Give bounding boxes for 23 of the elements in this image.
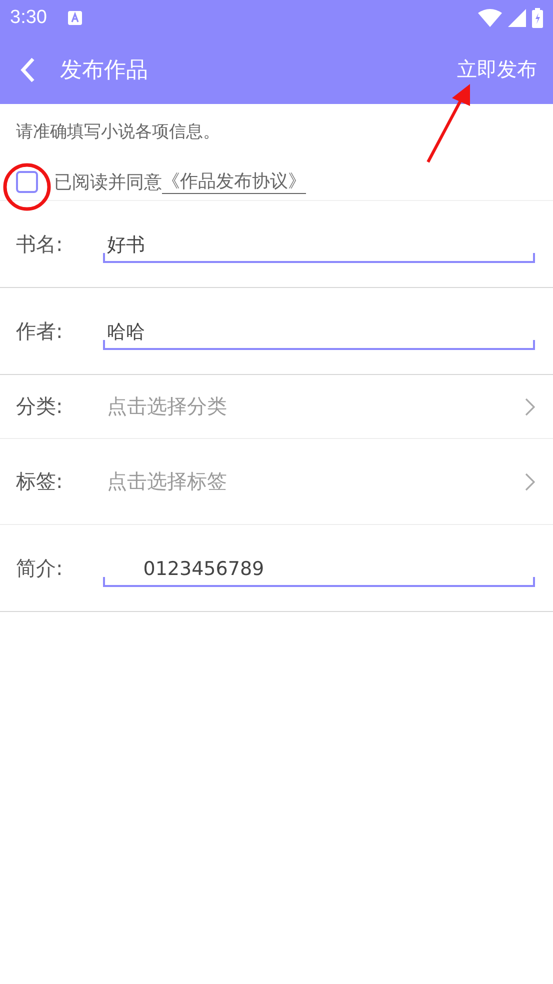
input-field[interactable]: 好书	[103, 233, 535, 263]
field-label: 作者:	[16, 318, 64, 344]
publish-button[interactable]: 立即发布	[457, 56, 537, 83]
back-icon	[20, 56, 36, 82]
chevron-right-icon	[525, 398, 535, 416]
field-label: 标签:	[16, 468, 64, 495]
agreement-link[interactable]: 《作品发布协议》	[162, 169, 306, 194]
agreement-text: 已阅读并同意	[54, 170, 162, 194]
highlight-circle	[3, 161, 51, 213]
input-field[interactable]: 哈哈	[103, 320, 535, 350]
chevron-right-icon	[525, 472, 535, 490]
back-button[interactable]	[20, 56, 36, 82]
field-label: 简介:	[16, 554, 64, 582]
page-title: 发布作品	[60, 56, 148, 84]
field-label: 分类:	[16, 393, 64, 420]
signal-icon	[508, 8, 526, 26]
notification-icon	[66, 10, 83, 26]
wifi-icon	[478, 8, 502, 26]
notice-text: 请准确填写小说各项信息。	[16, 121, 221, 143]
field-label: 书名:	[16, 230, 64, 258]
agreement-checkbox[interactable]	[16, 170, 38, 192]
battery-icon	[532, 8, 543, 28]
status-time: 3:30	[10, 6, 47, 28]
